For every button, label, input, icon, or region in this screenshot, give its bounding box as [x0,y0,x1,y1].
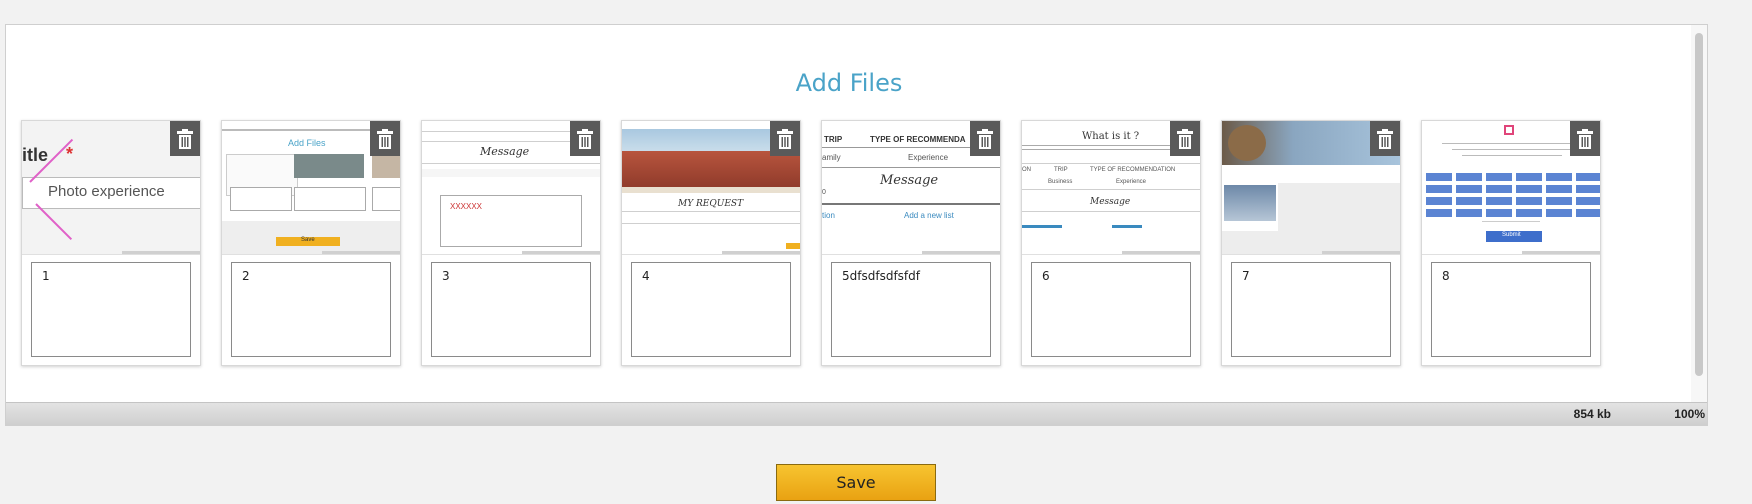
delete-button[interactable] [970,121,1000,156]
caption-text: 6 [1042,269,1050,283]
total-size: 854 kb [1573,407,1611,421]
caption-text: 8 [1442,269,1450,283]
file-card[interactable]: itle * Photo experience 1 [21,120,201,366]
thumb-progress [122,251,200,254]
thumb-col-c: TYPE OF RECOMMENDATION [1090,167,1176,173]
delete-button[interactable] [170,121,200,156]
thumb-field-text: Photo experience [48,183,165,200]
caption-text: 7 [1242,269,1250,283]
file-card[interactable]: Message XXXXXX 3 [421,120,601,366]
status-bar: 854 kb 100% [6,402,1707,425]
thumb-message: Message [1090,197,1131,207]
file-card[interactable]: Add Files Save 2 [221,120,401,366]
trash-icon [1377,128,1393,149]
thumb-progress [322,251,400,254]
thumb-input-text: XXXXXX [450,202,483,211]
thumb-title-fragment: itle [22,145,49,165]
caption-input[interactable]: 8 [1431,262,1591,357]
thumb-progress [522,251,600,254]
thumb-row-link-right: Add a new list [904,211,954,220]
thumb-progress [922,251,1000,254]
caption-input[interactable]: 1 [31,262,191,357]
delete-button[interactable] [770,121,800,156]
thumb-col-b: TRIP [1054,167,1068,173]
thumb-header-left: TRIP [824,135,843,144]
trash-icon [577,128,593,149]
thumb-col1: amily [822,153,841,162]
caption-input[interactable]: 2 [231,262,391,357]
caption-text: 2 [242,269,250,283]
thumb-row-link-left: tion [822,211,835,220]
thumb-heading: MY REQUEST [678,199,744,209]
thumb-col-a: ON [1022,167,1031,173]
trash-icon [177,128,193,149]
thumb-progress [722,251,800,254]
file-upload-panel: Add Files itle * Photo experience 1 Add … [5,24,1708,426]
thumb-heading: What is it ? [1082,131,1140,142]
thumb-heading: Message [480,145,530,158]
delete-button[interactable] [570,121,600,156]
file-card[interactable]: MY REQUEST 4 [621,120,801,366]
thumb-header-right: TYPE OF RECOMMENDA [870,135,966,144]
thumb-progress [1322,251,1400,254]
trash-icon [777,128,793,149]
delete-button[interactable] [370,121,400,156]
thumb-progress [1522,251,1600,254]
caption-text: 4 [642,269,650,283]
scrollbar-thumb[interactable] [1695,33,1703,376]
thumb-row-left: 0 [822,189,826,196]
vertical-scrollbar[interactable] [1691,25,1707,405]
caption-input[interactable]: 4 [631,262,791,357]
thumb-sub-b: Experience [1116,179,1147,185]
caption-input[interactable]: 7 [1231,262,1391,357]
thumb-progress [1122,251,1200,254]
file-card-list: itle * Photo experience 1 Add Files Save… [16,120,1696,392]
thumb-submit: Submit [1502,232,1521,238]
trash-icon [377,128,393,149]
thumb-save: Save [301,237,315,243]
thumb-heading: Message [880,173,939,188]
zoom-level: 100% [1674,407,1705,421]
thumb-required-mark: * [66,144,74,164]
caption-input[interactable]: 6 [1031,262,1191,357]
trash-icon [977,128,993,149]
delete-button[interactable] [1170,121,1200,156]
caption-text: 3 [442,269,450,283]
panel-title: Add Files [795,69,903,97]
caption-text: 5dfsdfsdfsfdf [842,269,920,283]
file-card[interactable]: TRIP TYPE OF RECOMMENDA amily Experience… [821,120,1001,366]
delete-button[interactable] [1370,121,1400,156]
delete-button[interactable] [1570,121,1600,156]
thumb-sub-a: Business [1048,179,1073,185]
caption-text: 1 [42,269,50,283]
file-card[interactable]: What is it ? ON TRIP TYPE OF RECOMMENDAT… [1021,120,1201,366]
trash-icon [1577,128,1593,149]
caption-input[interactable]: 3 [431,262,591,357]
save-button[interactable]: Save [776,464,936,501]
thumb-col2: Experience [908,153,949,162]
file-card[interactable]: 7 [1221,120,1401,366]
thumb-title: Add Files [288,138,326,148]
file-card[interactable]: Submit 8 [1421,120,1601,366]
caption-input[interactable]: 5dfsdfsdfsfdf [831,262,991,357]
trash-icon [1177,128,1193,149]
